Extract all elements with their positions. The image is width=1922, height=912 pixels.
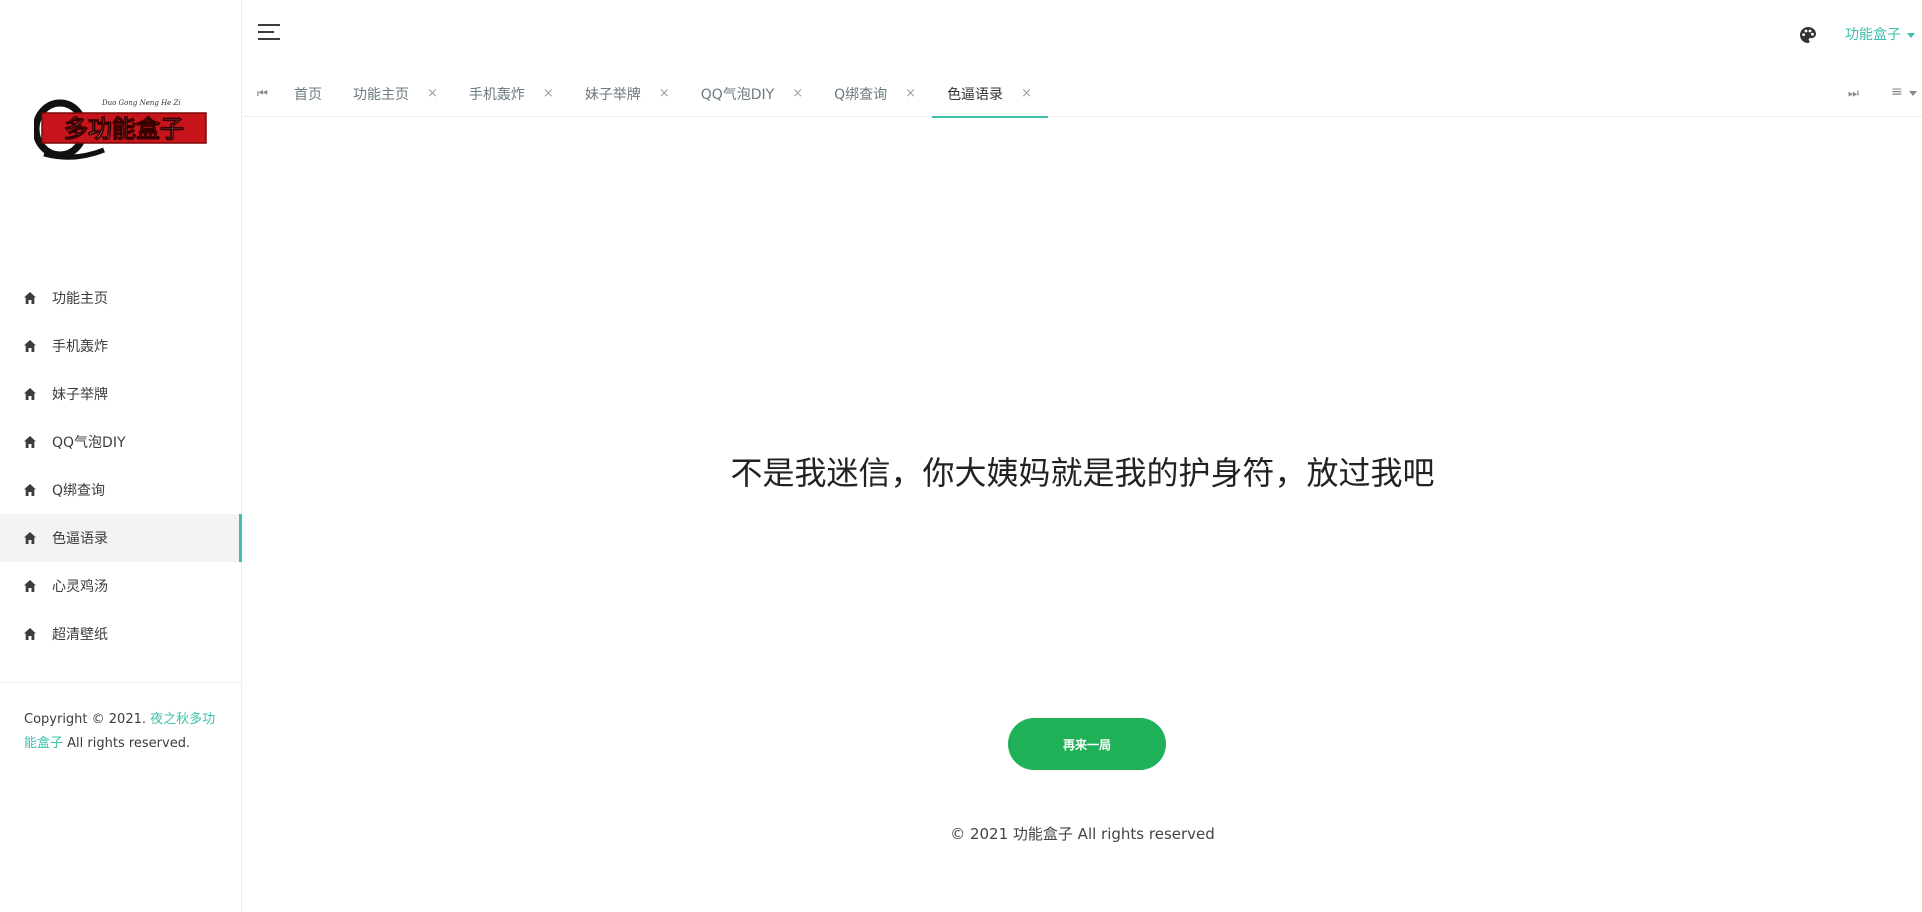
sidebar-item-quotes[interactable]: 色逼语录	[0, 514, 242, 562]
sidebar-item-label: 功能主页	[52, 291, 108, 307]
sidebar-item-wallpaper[interactable]: 超清壁纸	[0, 610, 242, 658]
tab-scroll-right-icon[interactable]: ⏭	[1848, 86, 1859, 101]
home-icon	[23, 291, 37, 305]
tab-home[interactable]: 首页	[279, 70, 338, 117]
sidebar-divider	[0, 682, 242, 683]
tab-qq-bubble[interactable]: QQ气泡DIY ×	[686, 70, 819, 117]
tab-label: 色逼语录	[947, 86, 1004, 103]
quote-text: 不是我迷信，你大姨妈就是我的护身符，放过我吧	[730, 454, 1435, 492]
sidebar-item-q-lookup[interactable]: Q绑查询	[0, 466, 242, 514]
tab-label: Q绑查询	[834, 86, 888, 103]
chevron-down-icon	[1907, 32, 1915, 38]
sidebar-copyright: Copyright © 2021. 夜之秋多功能盒子 All rights re…	[24, 708, 224, 756]
sidebar-item-phone-bomb[interactable]: 手机轰炸	[0, 322, 242, 370]
tab-label: QQ气泡DIY	[700, 86, 775, 103]
home-icon	[23, 483, 37, 497]
page-footer: © 2021 功能盒子 All rights reserved	[950, 825, 1215, 843]
sidebar-item-label: 心灵鸡汤	[52, 579, 108, 595]
sidebar: Duo Gong Neng He Zi 多功能盒子 功能主页 手机轰炸 妹子举牌…	[0, 0, 242, 912]
list-icon: ≡	[1891, 84, 1903, 100]
close-icon[interactable]: ×	[543, 86, 554, 101]
tab-label: 妹子举牌	[584, 86, 641, 103]
close-icon[interactable]: ×	[427, 86, 438, 101]
home-icon	[23, 339, 37, 353]
home-icon	[23, 579, 37, 593]
sidebar-item-girl-sign[interactable]: 妹子举牌	[0, 370, 242, 418]
sidebar-item-qq-bubble[interactable]: QQ气泡DIY	[0, 418, 242, 466]
svg-text:多功能盒子: 多功能盒子	[64, 114, 184, 143]
close-icon[interactable]: ×	[905, 86, 916, 101]
sidebar-item-label: 妹子举牌	[52, 387, 108, 403]
tab-label: 首页	[294, 86, 322, 103]
close-icon[interactable]: ×	[792, 86, 803, 101]
tab-girl-sign[interactable]: 妹子举牌 ×	[570, 70, 686, 117]
user-menu[interactable]: 功能盒子	[1845, 24, 1915, 44]
home-icon	[23, 531, 37, 545]
tab-list: 首页 功能主页 × 手机轰炸 × 妹子举牌 × QQ气泡DIY × Q绑查询 ×…	[279, 70, 1048, 118]
sidebar-item-label: 超清壁纸	[52, 627, 108, 643]
sidebar-item-label: 色逼语录	[52, 531, 108, 547]
sidebar-item-feature-home[interactable]: 功能主页	[0, 274, 242, 322]
user-menu-label: 功能盒子	[1845, 27, 1901, 43]
brand-logo[interactable]: Duo Gong Neng He Zi 多功能盒子	[32, 96, 210, 160]
tab-feature-home[interactable]: 功能主页 ×	[338, 70, 454, 117]
home-icon	[23, 627, 37, 641]
sidebar-nav: 功能主页 手机轰炸 妹子举牌 QQ气泡DIY Q绑查询 色逼语录 心灵鸡汤 超清…	[0, 274, 242, 658]
tab-bar: ⏮ 首页 功能主页 × 手机轰炸 × 妹子举牌 × QQ气泡DIY × Q绑查询…	[243, 70, 1922, 118]
top-header: 功能盒子	[243, 0, 1922, 70]
tab-scroll-left-icon[interactable]: ⏮	[257, 86, 268, 101]
tab-quotes[interactable]: 色逼语录 ×	[932, 70, 1048, 118]
sidebar-item-chicken-soup[interactable]: 心灵鸡汤	[0, 562, 242, 610]
main-content: 不是我迷信，你大姨妈就是我的护身符，放过我吧 再来一局 © 2021 功能盒子 …	[243, 118, 1922, 912]
tab-q-lookup[interactable]: Q绑查询 ×	[819, 70, 932, 117]
chevron-down-icon	[1908, 90, 1917, 96]
home-icon	[23, 387, 37, 401]
palette-icon[interactable]	[1799, 26, 1817, 44]
tab-label: 手机轰炸	[468, 86, 525, 103]
copyright-suffix: All rights reserved.	[67, 736, 191, 751]
close-icon[interactable]: ×	[1021, 86, 1032, 101]
hamburger-icon[interactable]	[258, 24, 280, 42]
copyright-prefix: Copyright © 2021.	[24, 712, 147, 727]
sidebar-item-label: 手机轰炸	[52, 339, 108, 355]
tab-phone-bomb[interactable]: 手机轰炸 ×	[454, 70, 570, 117]
home-icon	[23, 435, 37, 449]
tab-label: 功能主页	[353, 86, 409, 103]
sidebar-item-label: Q绑查询	[52, 483, 106, 499]
tab-options-menu[interactable]: ≡	[1891, 84, 1917, 100]
close-icon[interactable]: ×	[659, 86, 670, 101]
sidebar-item-label: QQ气泡DIY	[52, 435, 126, 451]
play-again-button[interactable]: 再来一局	[1008, 718, 1166, 770]
svg-text:Duo Gong Neng He Zi: Duo Gong Neng He Zi	[101, 99, 181, 107]
